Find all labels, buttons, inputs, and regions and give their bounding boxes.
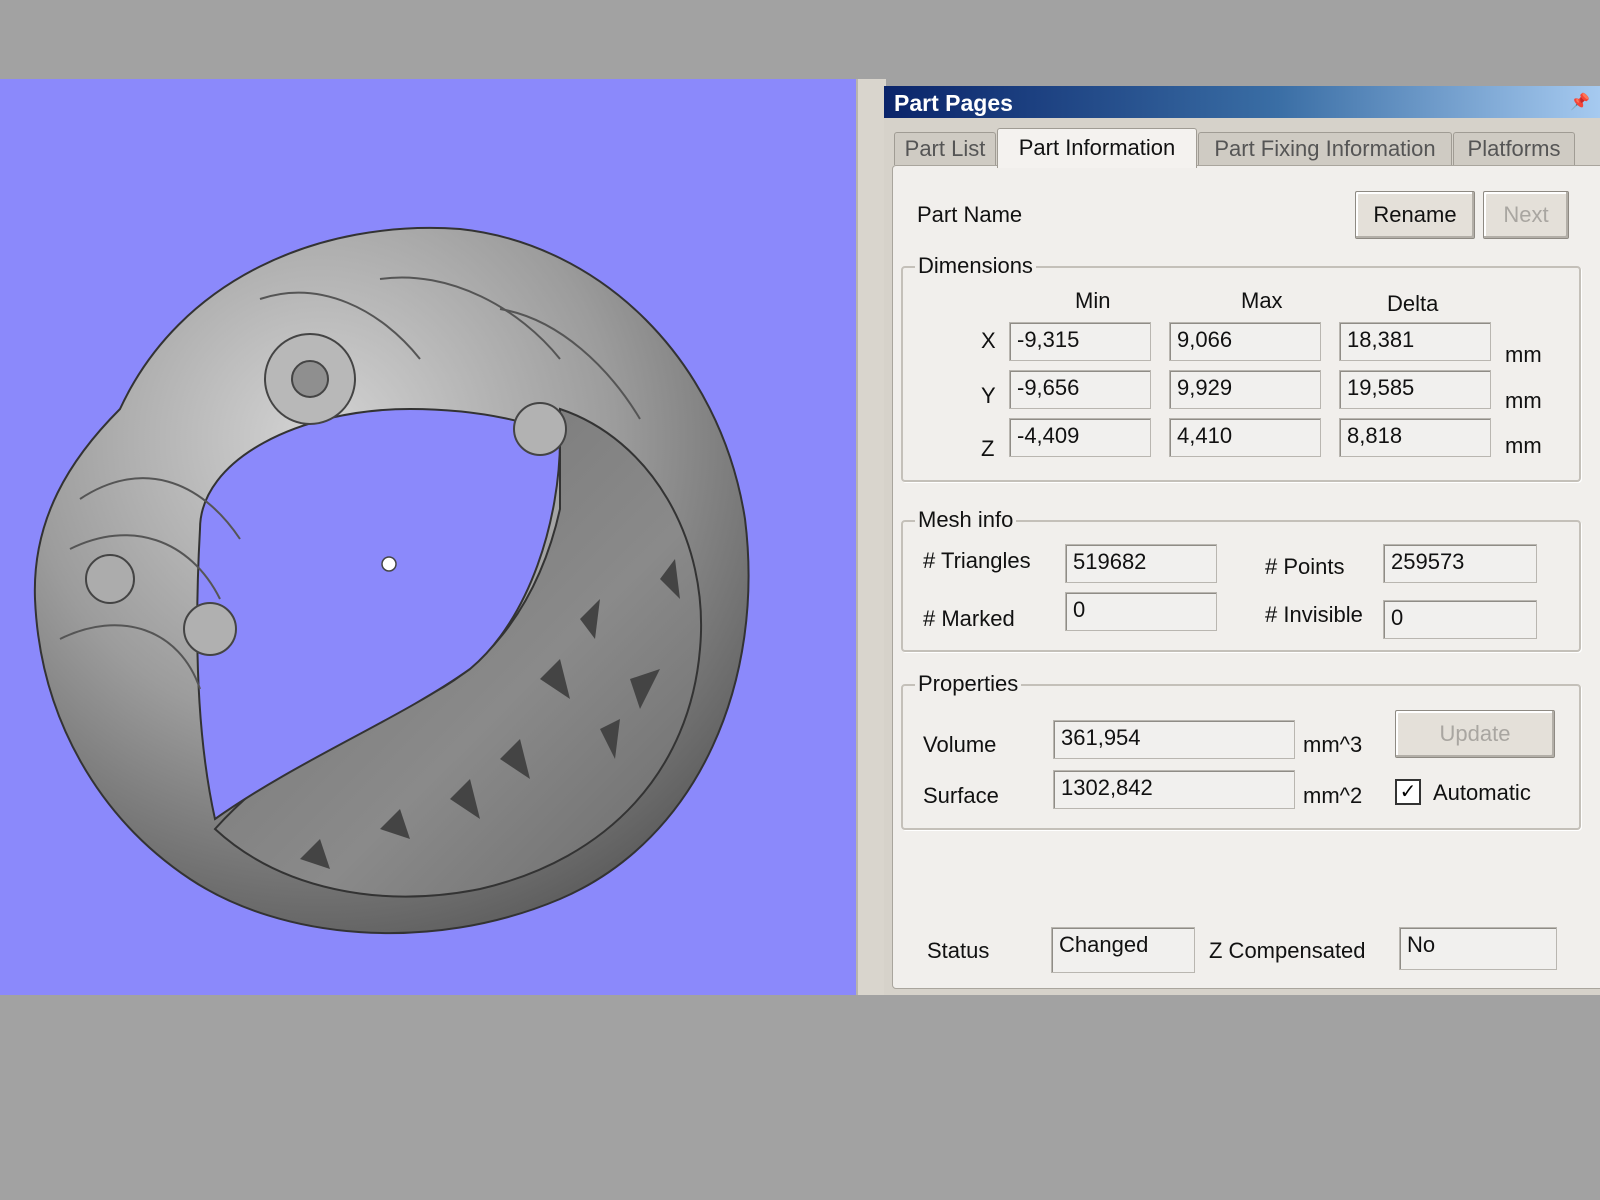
rename-button[interactable]: Rename bbox=[1355, 191, 1475, 239]
dimensions-title: Dimensions bbox=[915, 253, 1036, 279]
part-name-label: Part Name bbox=[917, 202, 1023, 227]
automatic-label: Automatic bbox=[1433, 780, 1531, 805]
x-max-field[interactable]: 9,066 bbox=[1169, 322, 1321, 361]
z-max-field[interactable]: 4,410 bbox=[1169, 418, 1321, 457]
panel-title: Part Pages bbox=[894, 90, 1013, 116]
x-min-field[interactable]: -9,315 bbox=[1009, 322, 1151, 361]
pin-icon[interactable]: 📌 bbox=[1570, 86, 1590, 120]
points-label: # Points bbox=[1265, 554, 1345, 579]
next-button[interactable]: Next bbox=[1483, 191, 1569, 239]
part-information-page: Part Name Rename Next Dimensions Min Max… bbox=[892, 165, 1600, 989]
dimension-axis-x: X bbox=[981, 328, 996, 353]
x-delta-field[interactable]: 18,381 bbox=[1339, 322, 1491, 361]
rotation-center-icon bbox=[381, 556, 397, 572]
y-min-field[interactable]: -9,656 bbox=[1009, 370, 1151, 409]
volume-field[interactable]: 361,954 bbox=[1053, 720, 1295, 759]
panel-title-bar: Part Pages 📌 bbox=[884, 86, 1600, 118]
dimensions-group: Dimensions Min Max Delta X -9,315 9,066 … bbox=[901, 253, 1581, 482]
surface-unit: mm^2 bbox=[1303, 783, 1363, 808]
tab-part-information[interactable]: Part Information bbox=[997, 128, 1197, 168]
ring-model-render[interactable] bbox=[0, 79, 856, 995]
marked-field[interactable]: 0 bbox=[1065, 592, 1217, 631]
triangles-label: # Triangles bbox=[923, 548, 1031, 573]
z-compensated-label: Z Compensated bbox=[1209, 938, 1366, 963]
mesh-info-group: Mesh info # Triangles 519682 # Points 25… bbox=[901, 507, 1581, 652]
points-field[interactable]: 259573 bbox=[1383, 544, 1537, 583]
surface-field[interactable]: 1302,842 bbox=[1053, 770, 1295, 809]
3d-viewport[interactable] bbox=[0, 79, 856, 995]
volume-label: Volume bbox=[923, 732, 997, 757]
status-field[interactable]: Changed bbox=[1051, 927, 1195, 973]
x-unit: mm bbox=[1505, 342, 1542, 367]
splitter[interactable] bbox=[856, 79, 886, 995]
tab-part-fixing-information[interactable]: Part Fixing Information bbox=[1198, 132, 1452, 165]
mesh-info-title: Mesh info bbox=[915, 507, 1017, 533]
triangles-field[interactable]: 519682 bbox=[1065, 544, 1217, 583]
marked-label: # Marked bbox=[923, 606, 1015, 631]
surface-label: Surface bbox=[923, 783, 999, 808]
y-unit: mm bbox=[1505, 388, 1542, 413]
tab-platforms[interactable]: Platforms bbox=[1453, 132, 1575, 165]
dimension-axis-y: Y bbox=[981, 383, 996, 408]
dimension-axis-z: Z bbox=[981, 436, 995, 461]
z-min-field[interactable]: -4,409 bbox=[1009, 418, 1151, 457]
volume-unit: mm^3 bbox=[1303, 732, 1363, 757]
z-unit: mm bbox=[1505, 433, 1542, 458]
dimensions-col-delta: Delta bbox=[1387, 291, 1439, 316]
status-label: Status bbox=[927, 938, 990, 963]
dimensions-col-max: Max bbox=[1241, 288, 1283, 313]
properties-group: Properties Volume 361,954 mm^3 Update Su… bbox=[901, 671, 1581, 830]
tab-part-list[interactable]: Part List bbox=[894, 132, 996, 165]
invisible-label: # Invisible bbox=[1265, 602, 1363, 627]
ring-band bbox=[33, 227, 750, 935]
z-delta-field[interactable]: 8,818 bbox=[1339, 418, 1491, 457]
dimensions-col-min: Min bbox=[1075, 288, 1111, 313]
automatic-checkbox[interactable]: ✓ bbox=[1395, 779, 1421, 805]
z-compensated-field[interactable]: No bbox=[1399, 927, 1557, 970]
invisible-field[interactable]: 0 bbox=[1383, 600, 1537, 639]
part-pages-panel: Part Pages 📌 Part List Part Information … bbox=[884, 86, 1600, 995]
properties-title: Properties bbox=[915, 671, 1022, 697]
y-delta-field[interactable]: 19,585 bbox=[1339, 370, 1491, 409]
y-max-field[interactable]: 9,929 bbox=[1169, 370, 1321, 409]
update-button[interactable]: Update bbox=[1395, 710, 1555, 758]
